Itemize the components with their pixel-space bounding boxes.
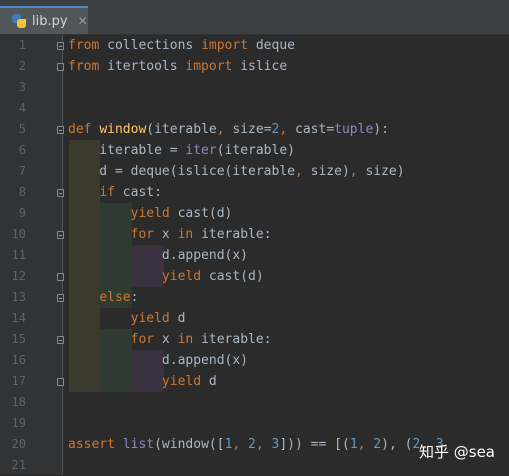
code-line: for x in iterable: xyxy=(130,227,272,242)
tab-filename: lib.py xyxy=(32,13,68,29)
close-icon[interactable]: ✕ xyxy=(78,14,88,28)
code-line: d = deque(islice(iterable, size), size) xyxy=(68,164,405,179)
code-line: yield d xyxy=(161,374,217,389)
code-line: else: xyxy=(99,290,139,305)
code-editor[interactable]: from collections import deque from itert… xyxy=(63,35,509,475)
code-line: d.append(x) xyxy=(68,248,249,263)
code-line: def window(iterable, size=2, cast=tuple)… xyxy=(68,122,389,137)
line-number: 13 xyxy=(11,290,26,304)
code-line: yield cast(d) xyxy=(130,206,233,221)
line-number: 12 xyxy=(11,269,26,283)
line-number: 9 xyxy=(18,206,26,220)
code-line: iterable = iter(iterable) xyxy=(68,143,295,158)
line-number-gutter: 1 2 3 4 5 6 7 8 9 10 11 12 13 14 15 16 1… xyxy=(0,35,64,475)
code-line: yield d xyxy=(130,311,186,326)
line-number: 20 xyxy=(11,437,26,451)
line-number: 15 xyxy=(11,332,26,346)
line-number: 10 xyxy=(11,227,26,241)
line-number: 4 xyxy=(18,101,26,115)
line-number: 11 xyxy=(11,248,26,262)
code-line: from itertools import islice xyxy=(68,59,288,74)
line-number: 18 xyxy=(11,395,26,409)
line-number: 1 xyxy=(18,38,26,52)
line-number: 5 xyxy=(18,122,26,136)
line-number: 19 xyxy=(11,416,26,430)
file-tab[interactable]: lib.py ✕ xyxy=(0,6,88,34)
code-line: assert list(window([1, 2, 3])) == [(1, 2… xyxy=(68,437,444,452)
code-line: d.append(x) xyxy=(68,353,249,368)
code-line: yield cast(d) xyxy=(161,269,264,284)
line-number: 16 xyxy=(11,353,26,367)
code-line: for x in iterable: xyxy=(130,332,272,347)
line-number: 8 xyxy=(18,185,26,199)
code-line: if cast: xyxy=(99,185,162,200)
python-file-icon xyxy=(12,14,26,28)
editor-tab-bar: lib.py ✕ xyxy=(0,0,509,35)
line-number: 7 xyxy=(18,164,26,178)
line-number: 14 xyxy=(11,311,26,325)
watermark: 知乎 @sea xyxy=(418,443,495,461)
line-number: 6 xyxy=(18,143,26,157)
line-number: 17 xyxy=(11,374,26,388)
line-number: 21 xyxy=(11,458,26,472)
code-line: from collections import deque xyxy=(68,38,295,53)
line-number: 3 xyxy=(18,80,26,94)
line-number: 2 xyxy=(18,59,26,73)
